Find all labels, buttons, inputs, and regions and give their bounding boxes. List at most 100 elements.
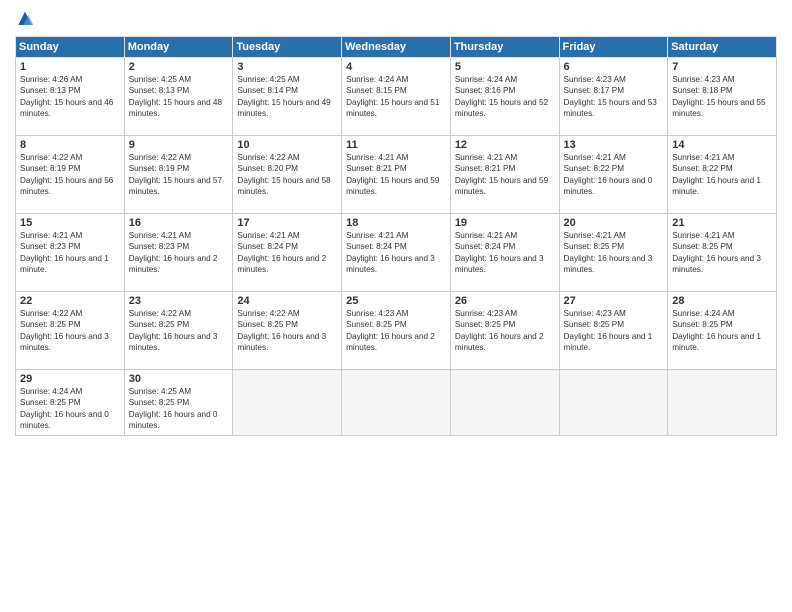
calendar-cell: 24 Sunrise: 4:22 AM Sunset: 8:25 PM Dayl… bbox=[233, 292, 342, 370]
calendar-header-friday: Friday bbox=[559, 37, 668, 58]
calendar-cell: 25 Sunrise: 4:23 AM Sunset: 8:25 PM Dayl… bbox=[342, 292, 451, 370]
day-info: Sunrise: 4:24 AM Sunset: 8:16 PM Dayligh… bbox=[455, 74, 555, 120]
day-info: Sunrise: 4:21 AM Sunset: 8:22 PM Dayligh… bbox=[672, 152, 772, 198]
calendar-cell: 3 Sunrise: 4:25 AM Sunset: 8:14 PM Dayli… bbox=[233, 58, 342, 136]
day-info: Sunrise: 4:21 AM Sunset: 8:25 PM Dayligh… bbox=[672, 230, 772, 276]
day-info: Sunrise: 4:21 AM Sunset: 8:21 PM Dayligh… bbox=[455, 152, 555, 198]
day-number: 24 bbox=[237, 295, 337, 307]
day-number: 20 bbox=[564, 217, 664, 229]
day-number: 22 bbox=[20, 295, 120, 307]
day-number: 8 bbox=[20, 139, 120, 151]
day-info: Sunrise: 4:21 AM Sunset: 8:23 PM Dayligh… bbox=[20, 230, 120, 276]
calendar-cell: 11 Sunrise: 4:21 AM Sunset: 8:21 PM Dayl… bbox=[342, 136, 451, 214]
day-number: 6 bbox=[564, 61, 664, 73]
day-info: Sunrise: 4:26 AM Sunset: 8:13 PM Dayligh… bbox=[20, 74, 120, 120]
day-number: 11 bbox=[346, 139, 446, 151]
calendar-cell: 16 Sunrise: 4:21 AM Sunset: 8:23 PM Dayl… bbox=[124, 214, 233, 292]
logo bbox=[15, 10, 37, 30]
day-number: 30 bbox=[129, 373, 229, 385]
day-number: 19 bbox=[455, 217, 555, 229]
logo-icon bbox=[15, 10, 35, 30]
day-number: 14 bbox=[672, 139, 772, 151]
calendar-cell: 19 Sunrise: 4:21 AM Sunset: 8:24 PM Dayl… bbox=[450, 214, 559, 292]
calendar-cell: 29 Sunrise: 4:24 AM Sunset: 8:25 PM Dayl… bbox=[16, 370, 125, 436]
day-number: 26 bbox=[455, 295, 555, 307]
calendar-cell: 27 Sunrise: 4:23 AM Sunset: 8:25 PM Dayl… bbox=[559, 292, 668, 370]
calendar-cell: 15 Sunrise: 4:21 AM Sunset: 8:23 PM Dayl… bbox=[16, 214, 125, 292]
calendar-cell: 9 Sunrise: 4:22 AM Sunset: 8:19 PM Dayli… bbox=[124, 136, 233, 214]
calendar-header-sunday: Sunday bbox=[16, 37, 125, 58]
day-number: 13 bbox=[564, 139, 664, 151]
calendar-cell: 7 Sunrise: 4:23 AM Sunset: 8:18 PM Dayli… bbox=[668, 58, 777, 136]
calendar-cell: 8 Sunrise: 4:22 AM Sunset: 8:19 PM Dayli… bbox=[16, 136, 125, 214]
day-number: 16 bbox=[129, 217, 229, 229]
calendar-week-row: 22 Sunrise: 4:22 AM Sunset: 8:25 PM Dayl… bbox=[16, 292, 777, 370]
day-info: Sunrise: 4:23 AM Sunset: 8:25 PM Dayligh… bbox=[346, 308, 446, 354]
day-number: 23 bbox=[129, 295, 229, 307]
calendar-cell bbox=[559, 370, 668, 436]
calendar-week-row: 15 Sunrise: 4:21 AM Sunset: 8:23 PM Dayl… bbox=[16, 214, 777, 292]
calendar-cell: 5 Sunrise: 4:24 AM Sunset: 8:16 PM Dayli… bbox=[450, 58, 559, 136]
day-number: 9 bbox=[129, 139, 229, 151]
day-number: 2 bbox=[129, 61, 229, 73]
day-info: Sunrise: 4:21 AM Sunset: 8:22 PM Dayligh… bbox=[564, 152, 664, 198]
day-info: Sunrise: 4:25 AM Sunset: 8:13 PM Dayligh… bbox=[129, 74, 229, 120]
day-number: 18 bbox=[346, 217, 446, 229]
page: SundayMondayTuesdayWednesdayThursdayFrid… bbox=[0, 0, 792, 612]
day-info: Sunrise: 4:23 AM Sunset: 8:18 PM Dayligh… bbox=[672, 74, 772, 120]
calendar-cell: 4 Sunrise: 4:24 AM Sunset: 8:15 PM Dayli… bbox=[342, 58, 451, 136]
calendar-cell: 21 Sunrise: 4:21 AM Sunset: 8:25 PM Dayl… bbox=[668, 214, 777, 292]
day-number: 27 bbox=[564, 295, 664, 307]
day-info: Sunrise: 4:21 AM Sunset: 8:24 PM Dayligh… bbox=[455, 230, 555, 276]
day-number: 29 bbox=[20, 373, 120, 385]
day-info: Sunrise: 4:23 AM Sunset: 8:25 PM Dayligh… bbox=[455, 308, 555, 354]
day-info: Sunrise: 4:22 AM Sunset: 8:25 PM Dayligh… bbox=[20, 308, 120, 354]
day-info: Sunrise: 4:25 AM Sunset: 8:14 PM Dayligh… bbox=[237, 74, 337, 120]
calendar-cell bbox=[450, 370, 559, 436]
day-number: 10 bbox=[237, 139, 337, 151]
calendar-cell: 12 Sunrise: 4:21 AM Sunset: 8:21 PM Dayl… bbox=[450, 136, 559, 214]
day-number: 25 bbox=[346, 295, 446, 307]
calendar-table: SundayMondayTuesdayWednesdayThursdayFrid… bbox=[15, 36, 777, 436]
day-info: Sunrise: 4:21 AM Sunset: 8:23 PM Dayligh… bbox=[129, 230, 229, 276]
calendar-cell: 30 Sunrise: 4:25 AM Sunset: 8:25 PM Dayl… bbox=[124, 370, 233, 436]
day-number: 28 bbox=[672, 295, 772, 307]
day-number: 15 bbox=[20, 217, 120, 229]
day-info: Sunrise: 4:22 AM Sunset: 8:25 PM Dayligh… bbox=[237, 308, 337, 354]
calendar-cell: 1 Sunrise: 4:26 AM Sunset: 8:13 PM Dayli… bbox=[16, 58, 125, 136]
calendar-cell: 20 Sunrise: 4:21 AM Sunset: 8:25 PM Dayl… bbox=[559, 214, 668, 292]
day-number: 5 bbox=[455, 61, 555, 73]
day-number: 4 bbox=[346, 61, 446, 73]
day-number: 3 bbox=[237, 61, 337, 73]
day-info: Sunrise: 4:22 AM Sunset: 8:20 PM Dayligh… bbox=[237, 152, 337, 198]
calendar-cell: 14 Sunrise: 4:21 AM Sunset: 8:22 PM Dayl… bbox=[668, 136, 777, 214]
calendar-header-row: SundayMondayTuesdayWednesdayThursdayFrid… bbox=[16, 37, 777, 58]
calendar-cell: 17 Sunrise: 4:21 AM Sunset: 8:24 PM Dayl… bbox=[233, 214, 342, 292]
calendar-cell: 28 Sunrise: 4:24 AM Sunset: 8:25 PM Dayl… bbox=[668, 292, 777, 370]
day-number: 12 bbox=[455, 139, 555, 151]
calendar-cell: 22 Sunrise: 4:22 AM Sunset: 8:25 PM Dayl… bbox=[16, 292, 125, 370]
day-info: Sunrise: 4:25 AM Sunset: 8:25 PM Dayligh… bbox=[129, 386, 229, 432]
day-info: Sunrise: 4:24 AM Sunset: 8:25 PM Dayligh… bbox=[672, 308, 772, 354]
day-info: Sunrise: 4:21 AM Sunset: 8:24 PM Dayligh… bbox=[237, 230, 337, 276]
day-info: Sunrise: 4:21 AM Sunset: 8:24 PM Dayligh… bbox=[346, 230, 446, 276]
calendar-week-row: 29 Sunrise: 4:24 AM Sunset: 8:25 PM Dayl… bbox=[16, 370, 777, 436]
calendar-cell: 18 Sunrise: 4:21 AM Sunset: 8:24 PM Dayl… bbox=[342, 214, 451, 292]
calendar-header-monday: Monday bbox=[124, 37, 233, 58]
day-info: Sunrise: 4:22 AM Sunset: 8:19 PM Dayligh… bbox=[20, 152, 120, 198]
day-info: Sunrise: 4:23 AM Sunset: 8:25 PM Dayligh… bbox=[564, 308, 664, 354]
calendar-week-row: 1 Sunrise: 4:26 AM Sunset: 8:13 PM Dayli… bbox=[16, 58, 777, 136]
header bbox=[15, 10, 777, 30]
day-info: Sunrise: 4:22 AM Sunset: 8:25 PM Dayligh… bbox=[129, 308, 229, 354]
day-info: Sunrise: 4:21 AM Sunset: 8:25 PM Dayligh… bbox=[564, 230, 664, 276]
calendar-header-thursday: Thursday bbox=[450, 37, 559, 58]
calendar-cell bbox=[233, 370, 342, 436]
calendar-cell: 23 Sunrise: 4:22 AM Sunset: 8:25 PM Dayl… bbox=[124, 292, 233, 370]
day-number: 7 bbox=[672, 61, 772, 73]
calendar-header-wednesday: Wednesday bbox=[342, 37, 451, 58]
calendar-cell: 2 Sunrise: 4:25 AM Sunset: 8:13 PM Dayli… bbox=[124, 58, 233, 136]
calendar-cell bbox=[342, 370, 451, 436]
calendar-cell: 6 Sunrise: 4:23 AM Sunset: 8:17 PM Dayli… bbox=[559, 58, 668, 136]
day-info: Sunrise: 4:23 AM Sunset: 8:17 PM Dayligh… bbox=[564, 74, 664, 120]
calendar-header-tuesday: Tuesday bbox=[233, 37, 342, 58]
